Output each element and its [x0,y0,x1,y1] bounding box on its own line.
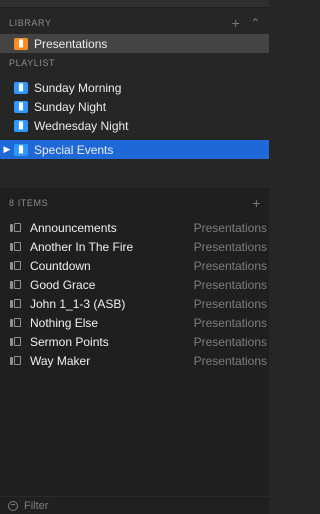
playlist-item-sunday-morning[interactable]: ▮ Sunday Morning [0,78,269,97]
filter-bar[interactable]: Filter [0,496,269,514]
item-name: Nothing Else [30,315,99,330]
item-library: Presentations [193,315,267,330]
document-icon [10,298,22,309]
list-item[interactable]: Good Grace Presentations [0,275,269,294]
playlist-item-label: Sunday Night [34,99,107,114]
item-name: Way Maker [30,353,91,368]
filter-input[interactable]: Filter [24,500,48,512]
folder-icon: ▮ [14,119,28,132]
item-library: Presentations [193,239,267,254]
document-icon [10,222,22,233]
folder-icon: ▮ [14,81,28,94]
items-header: 8 ITEMS + [0,194,269,212]
item-name: Announcements [30,220,117,235]
library-item-label: Presentations [34,36,108,51]
document-icon [10,355,22,366]
list-item[interactable]: Nothing Else Presentations [0,313,269,332]
list-item[interactable]: Another In The Fire Presentations [0,237,269,256]
list-item[interactable]: Sermon Points Presentations [0,332,269,351]
playlist-header-label: PLAYLIST [9,58,56,68]
items-count-label: 8 ITEMS [9,198,49,208]
item-library: Presentations [193,277,267,292]
folder-icon: ▮ [14,37,28,50]
document-icon [10,241,22,252]
list-item[interactable]: Way Maker Presentations [0,351,269,370]
item-name: Another In The Fire [30,239,134,254]
plus-icon[interactable]: + [252,195,261,211]
item-name: Countdown [30,258,91,273]
filter-icon [8,500,18,511]
library-header: LIBRARY + ⌃ [0,14,269,32]
library-header-actions: + ⌃ [232,15,261,31]
document-icon [10,336,22,347]
library-header-label: LIBRARY [9,18,52,28]
playlist-item-label: Special Events [34,142,114,157]
playlist-item-sunday-night[interactable]: ▮ Sunday Night [0,97,269,116]
top-bar [0,0,269,8]
item-library: Presentations [193,334,267,349]
plus-icon[interactable]: + [232,15,241,31]
item-name: Good Grace [30,277,96,292]
playlist-item-label: Sunday Morning [34,80,122,95]
triangle-right-icon[interactable]: ▶ [2,144,12,155]
folder-icon: ▮ [14,100,28,113]
list-item[interactable]: John 1_1-3 (ASB) Presentations [0,294,269,313]
items-header-actions: + [252,195,261,211]
playlist-item-wednesday-night[interactable]: ▮ Wednesday Night [0,116,269,135]
document-icon [10,279,22,290]
chevron-up-icon[interactable]: ⌃ [250,16,261,30]
folder-icon: ▮ [14,143,28,156]
item-name: John 1_1-3 (ASB) [30,296,126,311]
library-item-presentations[interactable]: ▮ Presentations [0,34,269,53]
list-item[interactable]: Countdown Presentations [0,256,269,275]
document-icon [10,317,22,328]
item-library: Presentations [193,353,267,368]
playlist-item-special-events[interactable]: ▶ ▮ Special Events [0,140,269,159]
playlist-item-label: Wednesday Night [34,118,129,133]
item-library: Presentations [193,258,267,273]
item-library: Presentations [193,296,267,311]
item-library: Presentations [193,220,267,235]
document-icon [10,260,22,271]
item-name: Sermon Points [30,334,109,349]
playlist-header: PLAYLIST [0,54,269,72]
list-item[interactable]: Announcements Presentations [0,218,269,237]
